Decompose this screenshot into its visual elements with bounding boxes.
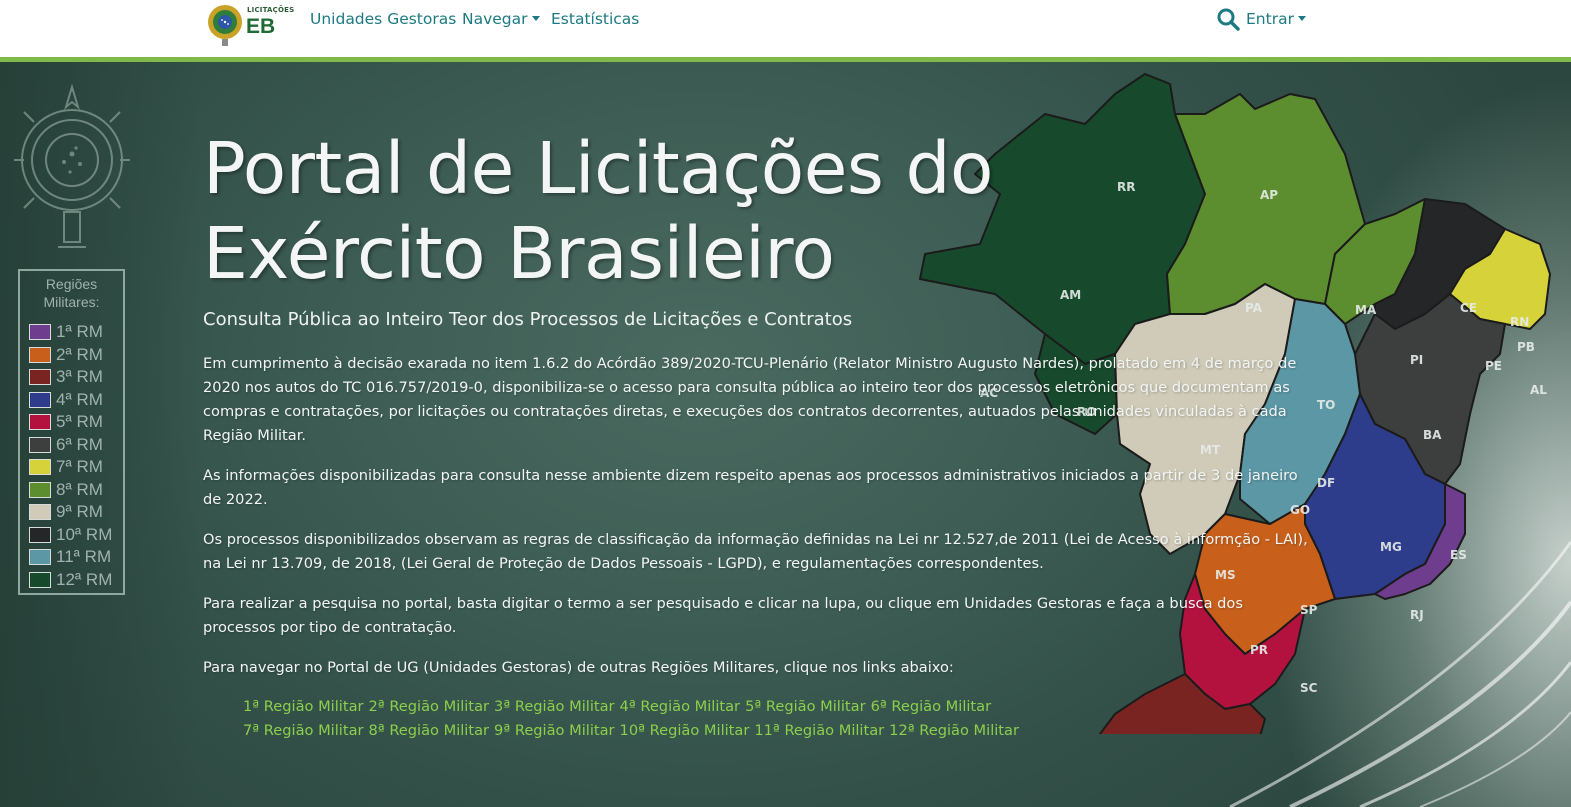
region-link-11rm[interactable]: 11ª Região Militar	[754, 722, 884, 739]
map-label-al: AL	[1530, 383, 1547, 397]
intro-paragraph-5: Para navegar no Portal de UG (Unidades G…	[203, 659, 954, 676]
legend-item-3rm: 3ª RM	[29, 367, 103, 387]
legend-swatch	[29, 324, 51, 340]
nav-link-estatisticas[interactable]: Estatísticas	[551, 10, 639, 28]
legend-item-4rm: 4ª RM	[29, 390, 103, 410]
intro-paragraph-1: Em cumprimento à decisão exarada no item…	[203, 355, 1297, 444]
legend-swatch	[29, 526, 51, 543]
legend-item-11rm: 11ª RM	[29, 547, 111, 567]
map-label-pa: PA	[1245, 301, 1263, 315]
nav-navegar-label: Navegar	[462, 10, 528, 28]
legend-swatch	[29, 549, 51, 565]
legend-label: 3ª RM	[56, 367, 103, 386]
map-label-pb: PB	[1517, 340, 1535, 354]
region-link-2rm[interactable]: 2ª Região Militar	[369, 698, 490, 715]
map-label-pe: PE	[1485, 359, 1502, 373]
legend-swatch	[29, 481, 51, 498]
map-label-df: DF	[1317, 476, 1335, 490]
search-icon[interactable]	[1216, 7, 1240, 31]
legend-label: 8ª RM	[56, 479, 103, 499]
legend-item-8rm: 8ª RM	[29, 480, 103, 500]
region-links-row-1: 1ª Região Militar 2ª Região Militar 3ª Reg…	[243, 695, 996, 719]
legend-swatch	[29, 414, 51, 430]
army-emblem-watermark-icon	[14, 83, 130, 248]
legend-swatch	[29, 346, 51, 363]
nav-dropdown-navegar[interactable]: Navegar	[462, 10, 540, 28]
intro-paragraph-3: Os processos disponibilizados observam a…	[203, 531, 1308, 572]
legend-swatch	[29, 436, 51, 453]
military-regions-legend: Regiões Militares: 1ª RM 2ª RM 3ª RM 4ª …	[18, 269, 125, 595]
map-label-pi: PI	[1410, 353, 1423, 367]
map-label-rn: RN	[1510, 315, 1529, 329]
legend-label: 12ª RM	[56, 569, 113, 589]
chevron-down-icon	[1297, 16, 1306, 21]
brand-big-text: EB	[246, 15, 276, 38]
legend-label: 9ª RM	[56, 502, 103, 521]
map-label-to: TO	[1317, 398, 1335, 412]
army-emblem-icon	[208, 5, 242, 46]
legend-label: 7ª RM	[56, 457, 103, 476]
map-label-pr: PR	[1250, 643, 1268, 657]
region-link-5rm[interactable]: 5ª Região Militar	[745, 698, 866, 715]
region-links-row-2: 7ª Região Militar 8ª Região Militar 9ª Reg…	[243, 719, 1024, 743]
legend-title: Regiões Militares:	[43, 276, 100, 310]
legend-item-2rm: 2ª RM	[29, 345, 103, 365]
legend-label: 5ª RM	[56, 412, 103, 431]
map-label-ba: BA	[1423, 428, 1442, 442]
map-label-ce: CE	[1460, 301, 1477, 315]
login-dropdown[interactable]: Entrar	[1246, 10, 1306, 28]
legend-swatch	[29, 369, 51, 385]
legend-label: 6ª RM	[56, 434, 103, 454]
legend-item-5rm: 5ª RM	[29, 412, 103, 432]
legend-label: 10ª RM	[56, 524, 113, 544]
map-label-es: ES	[1450, 548, 1467, 562]
legend-item-1rm: 1ª RM	[29, 322, 103, 342]
legend-swatch	[29, 504, 51, 520]
legend-item-6rm: 6ª RM	[29, 435, 103, 455]
page-subtitle: Consulta Pública ao Inteiro Teor dos Pro…	[203, 309, 853, 330]
map-label-rj: RJ	[1410, 608, 1424, 622]
region-link-1rm[interactable]: 1ª Região Militar	[243, 698, 364, 715]
region-link-10rm[interactable]: 10ª Região Militar	[620, 722, 750, 739]
legend-swatch	[29, 571, 51, 588]
region-link-9rm[interactable]: 9ª Região Militar	[494, 722, 615, 739]
region-link-3rm[interactable]: 3ª Região Militar	[494, 698, 615, 715]
intro-paragraph-2: As informações disponibilizadas para con…	[203, 467, 1298, 508]
map-label-sc: SC	[1300, 681, 1318, 695]
map-label-ap: AP	[1260, 188, 1278, 202]
region-link-7rm[interactable]: 7ª Região Militar	[243, 722, 364, 739]
hero-section: Regiões Militares: 1ª RM 2ª RM 3ª RM 4ª …	[0, 62, 1571, 807]
legend-item-9rm: 9ª RM	[29, 502, 103, 522]
map-label-rs: RS	[1240, 733, 1258, 734]
map-label-ma: MA	[1355, 303, 1377, 317]
legend-item-10rm: 10ª RM	[29, 525, 112, 545]
region-link-8rm[interactable]: 8ª Região Militar	[369, 722, 490, 739]
legend-swatch	[29, 459, 51, 475]
brand-small-text: LICITAÇÕES	[247, 6, 295, 14]
nav-link-unidades-gestoras[interactable]: Unidades Gestoras	[310, 10, 456, 28]
region-link-4rm[interactable]: 4ª Região Militar	[620, 698, 741, 715]
top-navbar: LICITAÇÕES EB Unidades Gestoras Navegar …	[0, 0, 1571, 58]
chevron-down-icon	[531, 16, 540, 21]
brand-logo-link[interactable]: LICITAÇÕES EB	[206, 2, 294, 48]
login-label: Entrar	[1246, 10, 1294, 28]
legend-item-12rm: 12ª RM	[29, 570, 112, 590]
legend-label: 11ª RM	[56, 547, 112, 566]
intro-paragraph-4: Para realizar a pesquisa no portal, bast…	[203, 595, 1243, 636]
map-label-mg: MG	[1380, 540, 1402, 554]
page-title: Portal de Licitações do Exército Brasile…	[203, 127, 994, 295]
region-link-6rm[interactable]: 6ª Região Militar	[871, 698, 992, 715]
legend-label: 2ª RM	[56, 344, 103, 364]
legend-item-7rm: 7ª RM	[29, 457, 103, 477]
legend-label: 1ª RM	[56, 322, 103, 341]
region-link-12rm[interactable]: 12ª Região Militar	[889, 722, 1019, 739]
legend-swatch	[29, 391, 51, 408]
legend-label: 4ª RM	[56, 389, 103, 409]
